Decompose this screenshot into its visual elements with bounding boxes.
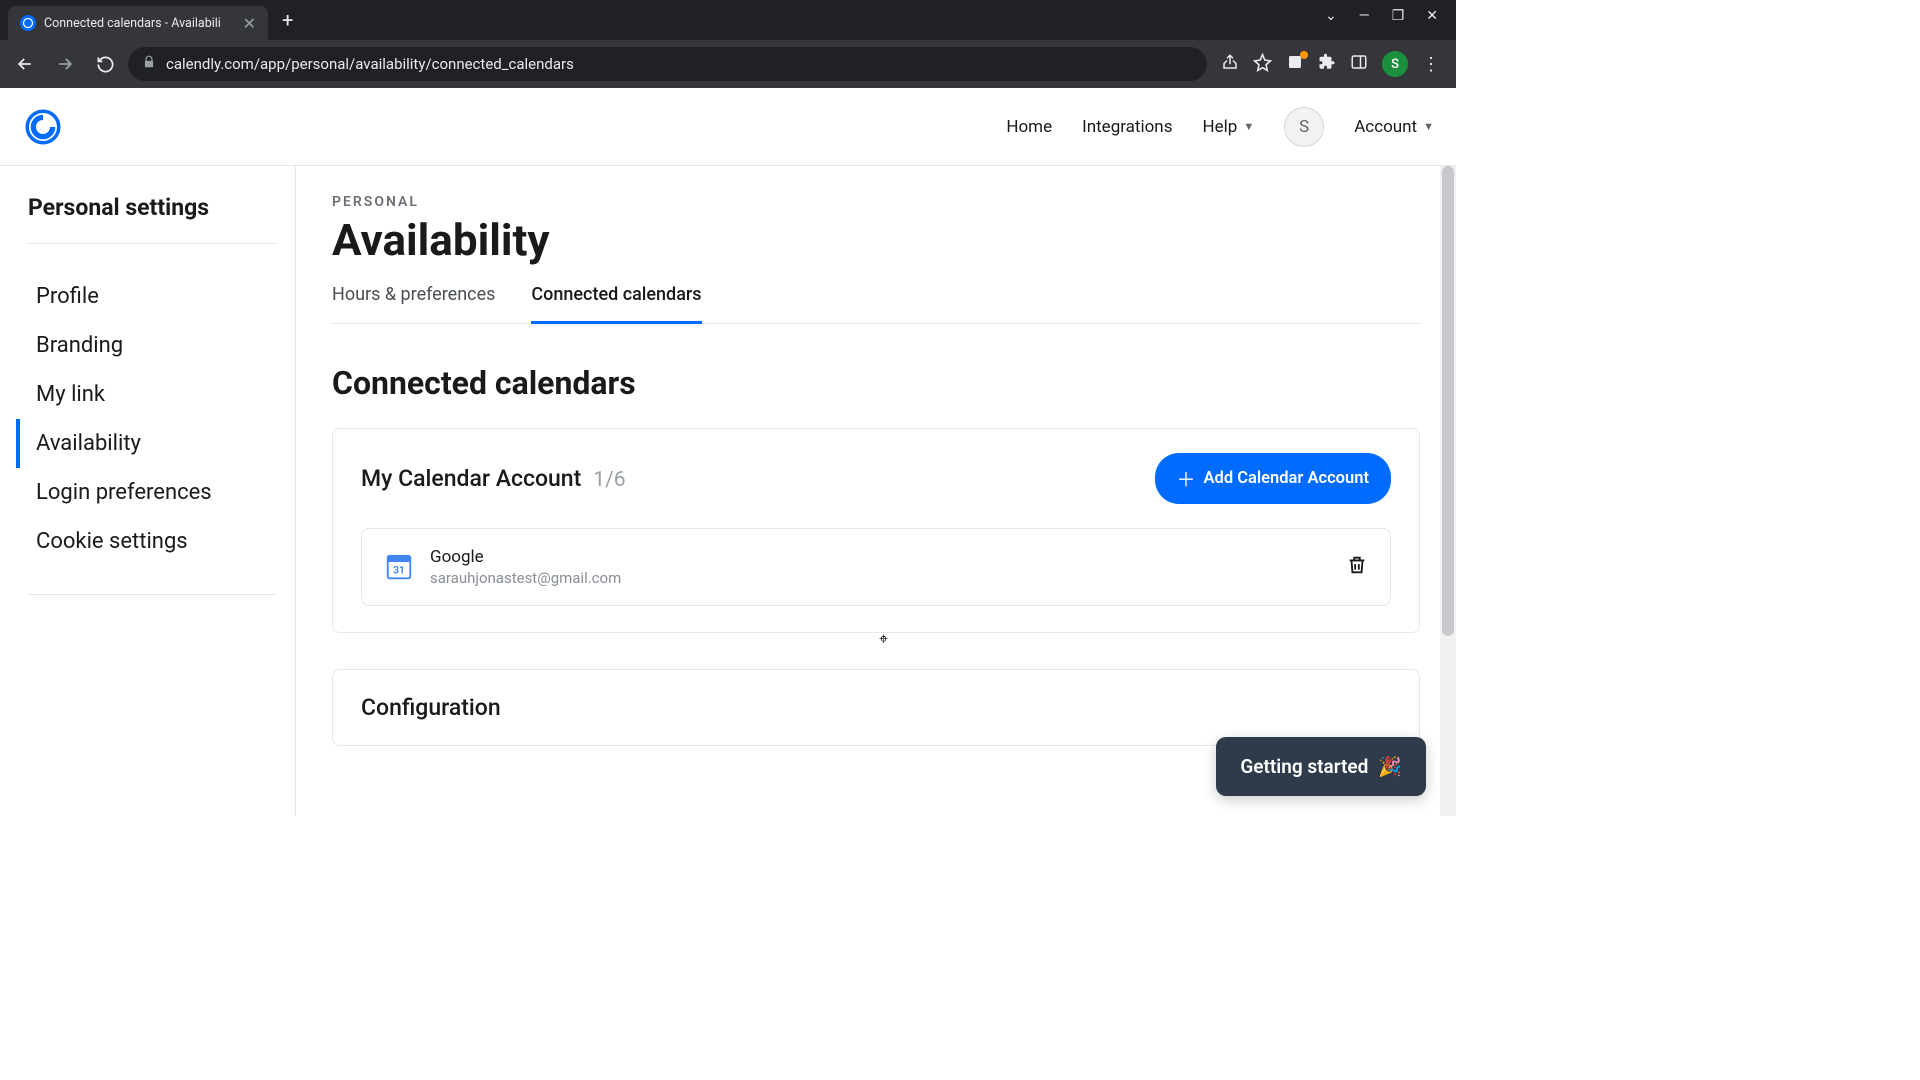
tab-connected-calendars[interactable]: Connected calendars (531, 284, 701, 324)
nav-home[interactable]: Home (1006, 117, 1052, 137)
account-count: 1/6 (593, 468, 625, 492)
sidebar-item-my-link[interactable]: My link (16, 370, 277, 419)
party-popper-icon: 🎉 (1378, 755, 1402, 778)
back-button[interactable] (8, 47, 42, 81)
configuration-card: Configuration (332, 669, 1420, 746)
calendar-account-card: My Calendar Account 1/6 ＋ Add Calendar A… (332, 428, 1420, 633)
close-tab-icon[interactable]: ✕ (243, 14, 256, 33)
plus-icon: ＋ (1177, 465, 1196, 492)
extensions-badge-icon[interactable] (1286, 53, 1304, 75)
svg-text:31: 31 (393, 565, 404, 576)
lock-icon (142, 55, 156, 73)
forward-button[interactable] (48, 47, 82, 81)
tabs: Hours & preferences Connected calendars (332, 284, 1420, 324)
vertical-scrollbar[interactable] (1440, 166, 1456, 816)
nav-help[interactable]: Help▼ (1202, 117, 1254, 137)
delete-account-button[interactable] (1346, 554, 1368, 580)
divider (28, 594, 277, 595)
sidebar-item-login-preferences[interactable]: Login preferences (16, 468, 277, 517)
section-title: Connected calendars (332, 364, 1420, 402)
add-calendar-account-button[interactable]: ＋ Add Calendar Account (1155, 453, 1391, 504)
chrome-menu-icon[interactable]: ⋮ (1422, 54, 1440, 75)
maximize-window-icon[interactable]: ❐ (1392, 8, 1405, 24)
reload-button[interactable] (88, 47, 122, 81)
url-text: calendly.com/app/personal/availability/c… (166, 55, 574, 73)
app-header: Home Integrations Help▼ S Account▼ (0, 88, 1456, 166)
sidebar-item-branding[interactable]: Branding (16, 321, 277, 370)
main-content: PERSONAL Availability Hours & preference… (296, 166, 1456, 816)
calendly-favicon (20, 15, 36, 31)
sidebar-item-cookie-settings[interactable]: Cookie settings (16, 517, 277, 566)
share-icon[interactable] (1221, 53, 1239, 75)
bookmark-star-icon[interactable] (1253, 53, 1272, 76)
provider-name: Google (430, 547, 621, 567)
calendar-account-row: 31 Google sarauhjonastest@gmail.com (361, 528, 1391, 606)
nav-account[interactable]: Account▼ (1354, 117, 1434, 137)
google-calendar-icon: 31 (384, 552, 414, 582)
address-bar[interactable]: calendly.com/app/personal/availability/c… (128, 47, 1207, 81)
scrollbar-thumb[interactable] (1442, 166, 1454, 636)
chevron-down-icon: ▼ (1423, 120, 1434, 133)
tab-title: Connected calendars - Availabili (44, 16, 235, 31)
getting-started-widget[interactable]: Getting started 🎉 (1216, 737, 1426, 796)
nav-integrations[interactable]: Integrations (1082, 117, 1172, 137)
sidebar-title: Personal settings (28, 194, 277, 221)
extensions-icon[interactable] (1318, 53, 1336, 75)
divider (28, 243, 277, 244)
tabs-dropdown-icon[interactable]: ⌄ (1325, 8, 1337, 24)
sidebar: Personal settings Profile Branding My li… (0, 166, 296, 816)
new-tab-button[interactable]: + (268, 8, 307, 32)
calendly-logo[interactable] (22, 106, 64, 148)
chevron-down-icon: ▼ (1243, 120, 1254, 133)
breadcrumb-eyebrow: PERSONAL (332, 194, 1420, 210)
chrome-profile-avatar[interactable]: S (1382, 51, 1408, 77)
minimize-window-icon[interactable]: ― (1359, 8, 1370, 24)
sidebar-item-availability[interactable]: Availability (16, 419, 277, 468)
browser-tab[interactable]: Connected calendars - Availabili ✕ (8, 6, 268, 40)
close-window-icon[interactable]: ✕ (1426, 8, 1438, 24)
user-avatar[interactable]: S (1284, 107, 1324, 147)
page-title: Availability (332, 214, 1420, 266)
card-title: My Calendar Account (361, 465, 581, 492)
config-title: Configuration (361, 694, 1391, 721)
sidebar-item-profile[interactable]: Profile (16, 272, 277, 321)
tab-hours-preferences[interactable]: Hours & preferences (332, 284, 495, 324)
side-panel-icon[interactable] (1350, 53, 1368, 75)
account-email: sarauhjonastest@gmail.com (430, 569, 621, 587)
